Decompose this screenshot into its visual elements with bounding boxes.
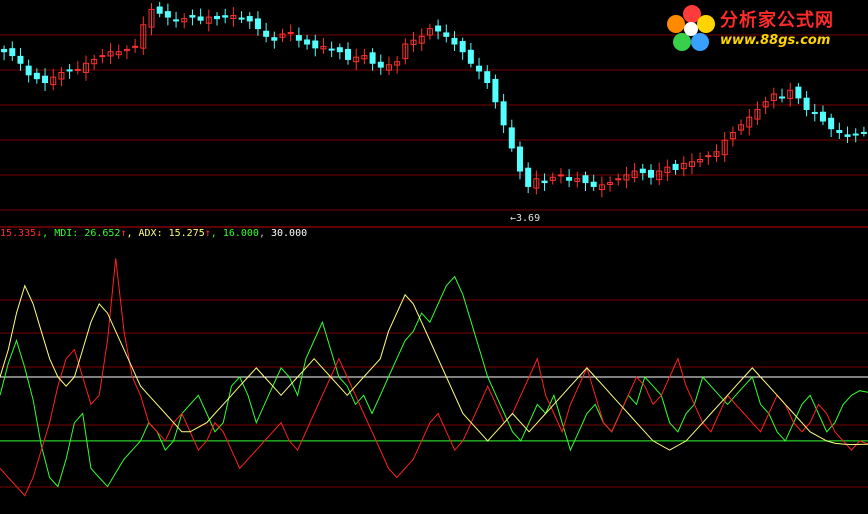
candle-body	[246, 16, 253, 22]
site-logo: 分析家公式网 www.88gs.com	[664, 2, 864, 54]
candle-body	[214, 15, 220, 20]
candle-body	[377, 61, 384, 68]
candle-body	[345, 48, 352, 60]
adx-label: ADX:	[138, 228, 169, 239]
candle-body	[672, 163, 679, 171]
candle-body	[156, 6, 163, 14]
level-low-value: 16.000	[222, 228, 259, 239]
candle-body	[9, 48, 16, 57]
indicator-legend: 15.335↓, MDI: 26.652↑, ADX: 15.275↑, 16.…	[0, 228, 308, 239]
candle-body	[492, 78, 499, 103]
pdi-value: 15.335	[0, 228, 37, 239]
candle-body	[860, 131, 867, 134]
candle-body	[74, 68, 81, 71]
candle-body	[189, 15, 196, 18]
candle-body	[844, 134, 851, 137]
candle-body	[99, 55, 106, 58]
candle-body	[132, 45, 139, 48]
candle-body	[33, 72, 40, 80]
logo-title: 分析家公式网	[720, 10, 834, 31]
mdi-value: 26.652	[84, 228, 121, 239]
candle-body	[66, 69, 73, 72]
candle-body	[25, 65, 32, 76]
candle-body	[828, 117, 835, 130]
candle-body	[525, 167, 532, 187]
level-high-value: 30.000	[271, 228, 308, 239]
candle-body	[516, 146, 523, 172]
candle-body	[467, 49, 474, 64]
candle-body	[164, 11, 171, 18]
candle-body	[779, 96, 786, 99]
mdi-label: MDI:	[54, 228, 85, 239]
candle-body	[819, 111, 826, 122]
candle-body	[451, 37, 458, 45]
candle-body	[271, 37, 278, 41]
candle-body	[197, 16, 204, 21]
candle-body	[254, 18, 261, 30]
candle-body	[590, 181, 597, 187]
candle-body	[566, 177, 573, 181]
candle-body	[582, 175, 589, 184]
candle-body	[312, 40, 319, 49]
candle-body	[803, 97, 810, 110]
candle-body	[295, 35, 302, 41]
candle-body	[648, 169, 654, 178]
candle-body	[336, 47, 343, 53]
candle-body	[369, 52, 376, 64]
candle-body	[557, 174, 564, 177]
candle-body	[459, 41, 466, 53]
logo-url: www.88gs.com	[720, 33, 831, 48]
candle-body	[639, 168, 646, 174]
adx-value: 15.275	[168, 228, 205, 239]
flower-icon	[667, 5, 715, 51]
candle-body	[500, 101, 507, 126]
candle-body	[795, 86, 802, 99]
candle-body	[42, 75, 49, 84]
candle-body	[17, 55, 24, 64]
candle-body	[173, 19, 180, 22]
candle-body	[476, 65, 483, 72]
candle-body	[263, 30, 270, 37]
candle-body	[705, 155, 712, 158]
candle-body	[484, 71, 491, 84]
series-mdi-line	[0, 275, 868, 488]
candle-body	[435, 25, 442, 32]
candle-body	[615, 178, 622, 181]
low-price-label: ←3.69	[510, 213, 541, 224]
candle-body	[1, 48, 8, 53]
candle-body	[836, 129, 843, 134]
dmi-chart	[0, 1, 868, 497]
candle-body	[443, 32, 450, 37]
candle-body	[852, 133, 859, 136]
candle-body	[541, 180, 548, 184]
candle-body	[238, 17, 245, 20]
candle-body	[328, 48, 335, 51]
candle-body	[811, 111, 818, 114]
candle-body	[508, 127, 515, 149]
candle-body	[222, 15, 229, 18]
candle-body	[304, 39, 311, 45]
candle-body	[287, 31, 294, 34]
